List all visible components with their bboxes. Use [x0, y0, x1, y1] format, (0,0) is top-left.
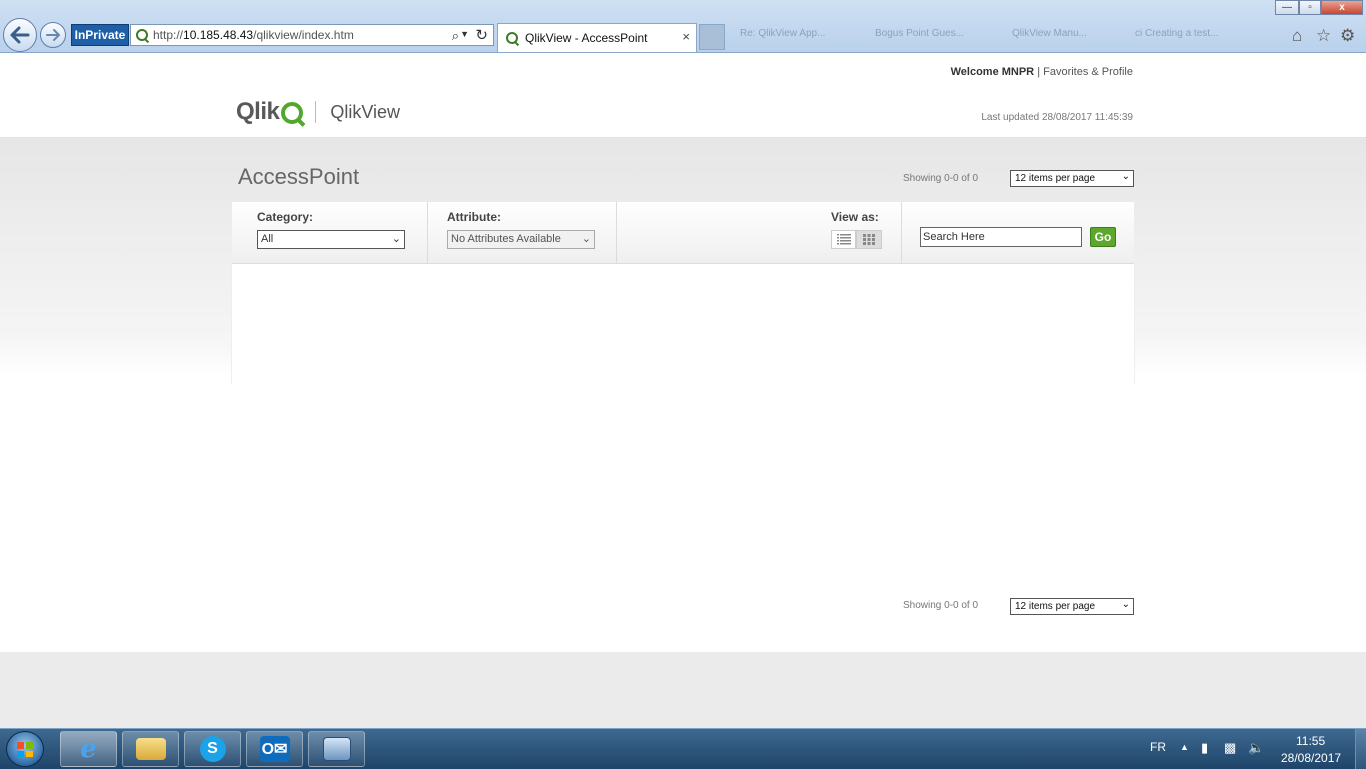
- grid-view-icon: [863, 234, 875, 245]
- new-tab-button[interactable]: [699, 24, 725, 50]
- inprivate-badge[interactable]: InPrivate: [71, 24, 129, 46]
- url-prefix: http://: [153, 28, 184, 42]
- qlik-favicon-icon: [506, 32, 518, 44]
- show-hidden-icons-icon[interactable]: ▲: [1180, 742, 1189, 752]
- chevron-down-icon: ⌄: [1121, 171, 1130, 182]
- view-as-label: View as:: [831, 210, 879, 224]
- list-view-icon: [836, 234, 851, 245]
- taskbar-skype[interactable]: S: [184, 731, 241, 767]
- show-desktop-button[interactable]: [1355, 729, 1366, 769]
- divider: [901, 202, 902, 263]
- favorites-profile-link[interactable]: Favorites & Profile: [1043, 66, 1133, 78]
- items-per-page-select-bottom[interactable]: 12 items per page ⌄: [1010, 598, 1134, 615]
- background-tab[interactable]: ci Creating a test...: [1135, 28, 1218, 48]
- clock-date[interactable]: 28/08/2017: [1281, 751, 1341, 765]
- background-tab[interactable]: Bogus Point Gues...: [875, 28, 964, 48]
- search-input[interactable]: [920, 227, 1082, 247]
- star-icon[interactable]: ☆: [1316, 26, 1331, 46]
- last-updated: Last updated 28/08/2017 11:45:39: [981, 112, 1133, 123]
- welcome-separator: |: [1037, 66, 1041, 78]
- gear-icon[interactable]: ⚙: [1340, 26, 1355, 46]
- url-path: /qlikview/index.htm: [253, 28, 354, 42]
- qlikview-logo[interactable]: Qlik QlikView: [236, 97, 400, 127]
- qlik-favicon-icon: [136, 29, 148, 41]
- go-button[interactable]: Go: [1090, 227, 1116, 247]
- site-header: Welcome MNPR | Favorites & Profile Qlik …: [0, 53, 1366, 138]
- logo-brand: Qlik: [236, 98, 280, 125]
- page-title: AccessPoint: [238, 164, 360, 189]
- close-icon[interactable]: ×: [682, 29, 690, 44]
- document-list-area: [232, 264, 1134, 384]
- attribute-label: Attribute:: [447, 210, 501, 224]
- background-tab[interactable]: QlikView Manu...: [1012, 28, 1087, 48]
- pagination-status-bottom: Showing 0-0 of 0: [903, 600, 979, 611]
- windows-logo-icon: [17, 742, 33, 757]
- remote-desktop-icon: [322, 737, 351, 761]
- logo-divider: [315, 101, 317, 123]
- page: Welcome MNPR | Favorites & Profile Qlik …: [0, 53, 1366, 728]
- page-footer: [0, 652, 1366, 728]
- skype-icon: S: [199, 736, 226, 762]
- divider: [616, 202, 617, 263]
- pagination-status-top: Showing 0-0 of 0: [903, 173, 979, 184]
- tab-qlikview-accesspoint[interactable]: QlikView - AccessPoint ×: [497, 23, 697, 52]
- window-controls: — ▫ x: [1275, 0, 1363, 15]
- back-button[interactable]: [3, 18, 37, 52]
- chevron-down-icon: ⌄: [581, 233, 591, 245]
- list-view-button[interactable]: [831, 230, 856, 249]
- divider: [427, 202, 428, 263]
- windows-taskbar: e S O✉ FR ▲ ▮ ▩ 🔈 11:55 28/08/2017: [0, 728, 1366, 769]
- taskbar-windows-explorer[interactable]: [122, 731, 179, 767]
- category-label: Category:: [257, 210, 314, 224]
- background-tab[interactable]: Re: QlikView App...: [740, 28, 825, 48]
- category-value: All: [261, 233, 274, 245]
- chevron-down-icon: ⌄: [391, 233, 401, 245]
- items-per-page-select-top[interactable]: 12 items per page ⌄: [1010, 170, 1134, 187]
- url-text[interactable]: http://10.185.48.43/qlikview/index.htm: [153, 28, 354, 42]
- arrow-right-icon: [46, 29, 60, 41]
- home-icon[interactable]: ⌂: [1292, 26, 1302, 46]
- search-icon[interactable]: ⌕: [452, 28, 459, 44]
- maximize-button[interactable]: ▫: [1299, 0, 1321, 15]
- network-signal-icon[interactable]: ▩: [1224, 740, 1236, 756]
- arrow-left-icon: [10, 26, 30, 44]
- clock-time[interactable]: 11:55: [1296, 734, 1325, 748]
- close-window-button[interactable]: x: [1321, 0, 1363, 15]
- qlik-q-icon: [281, 102, 304, 124]
- tab-title: QlikView - AccessPoint: [525, 31, 648, 45]
- language-indicator[interactable]: FR: [1150, 740, 1166, 754]
- logo-product: QlikView: [330, 101, 401, 122]
- grid-view-button[interactable]: [856, 230, 882, 249]
- folder-icon: [135, 738, 166, 760]
- attribute-value: No Attributes Available: [451, 233, 561, 245]
- speaker-icon[interactable]: 🔈: [1248, 740, 1264, 756]
- welcome-text: Welcome MNPR: [950, 66, 1035, 78]
- url-host: 10.185.48.43: [183, 28, 254, 42]
- main-content: AccessPoint Showing 0-0 of 0 12 items pe…: [0, 138, 1366, 652]
- chevron-down-icon: ⌄: [1121, 599, 1130, 610]
- browser-chrome: InPrivate http://10.185.48.43/qlikview/i…: [0, 0, 1366, 53]
- start-button[interactable]: [6, 731, 44, 767]
- taskbar-internet-explorer[interactable]: e: [60, 731, 117, 767]
- internet-explorer-icon: e: [80, 734, 97, 764]
- taskbar-outlook[interactable]: O✉: [246, 731, 303, 767]
- minimize-button[interactable]: —: [1275, 0, 1299, 15]
- attribute-select[interactable]: No Attributes Available ⌄: [447, 230, 595, 249]
- outlook-icon: O✉: [259, 736, 290, 762]
- forward-button[interactable]: [40, 22, 66, 48]
- items-per-page-value: 12 items per page: [1015, 173, 1096, 184]
- refresh-icon[interactable]: ↻: [475, 26, 488, 44]
- items-per-page-value: 12 items per page: [1015, 601, 1096, 612]
- power-icon[interactable]: ▮: [1201, 740, 1208, 756]
- category-select[interactable]: All ⌄: [257, 230, 405, 249]
- welcome-line: Welcome MNPR | Favorites & Profile: [951, 66, 1133, 78]
- address-bar[interactable]: http://10.185.48.43/qlikview/index.htm ⌕…: [130, 24, 494, 46]
- taskbar-remote-desktop[interactable]: [308, 731, 365, 767]
- chevron-down-icon[interactable]: ▼: [460, 29, 469, 39]
- filter-bar: Category: All ⌄ Attribute: No Attributes…: [232, 202, 1134, 264]
